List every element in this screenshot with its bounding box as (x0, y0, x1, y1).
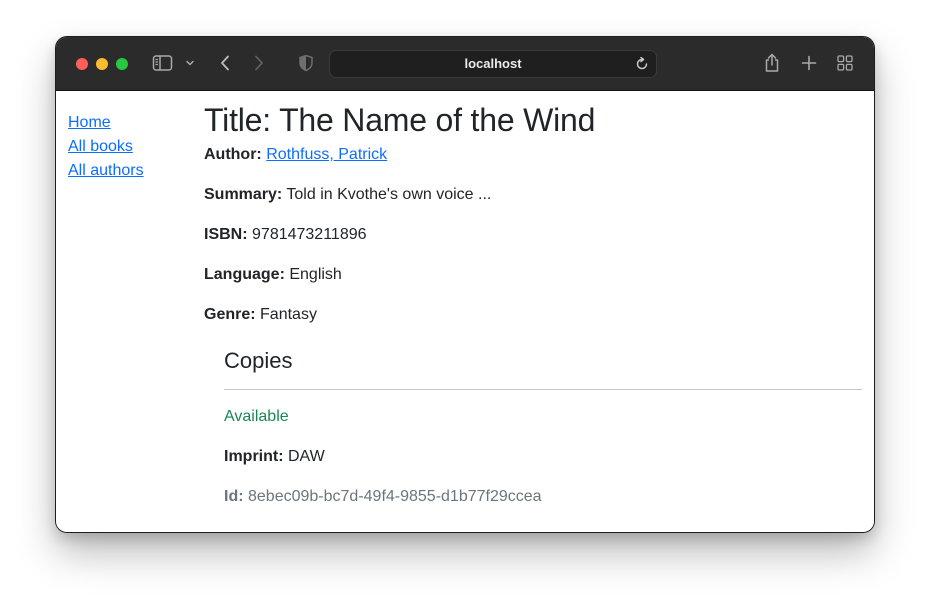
shield-icon[interactable] (298, 54, 314, 72)
sidebar-toggle-svg (152, 55, 173, 71)
genre-value: Fantasy (260, 306, 317, 323)
sidebar-link-all-books[interactable]: All books (68, 135, 188, 159)
copy-status: Available (224, 408, 289, 425)
reload-icon[interactable] (635, 56, 649, 76)
back-svg (221, 55, 229, 71)
maximize-window-button[interactable] (116, 58, 128, 70)
reload-svg (636, 56, 648, 70)
new-tab-icon[interactable] (801, 55, 817, 71)
imprint-label: Imprint: (224, 448, 284, 465)
chevron-down-icon[interactable] (185, 58, 195, 68)
browser-window: localhost Home All books All authors Tit… (56, 37, 874, 532)
browser-toolbar: localhost (56, 37, 874, 91)
imprint-value: DAW (288, 448, 325, 465)
summary-label: Summary: (204, 186, 283, 203)
forward-svg (255, 55, 263, 71)
chevron-down-svg (186, 60, 194, 66)
copy-id-field: Id: 8ebec09b-bc7d-49f4-9855-d1b77f29ccea (224, 485, 862, 509)
id-label: Id: (224, 488, 244, 505)
sidebar-link-all-authors[interactable]: All authors (68, 159, 188, 183)
isbn-value: 9781473211896 (252, 226, 367, 243)
minimize-window-button[interactable] (96, 58, 108, 70)
page-content: Home All books All authors Title: The Na… (56, 91, 874, 532)
close-window-button[interactable] (76, 58, 88, 70)
back-icon[interactable] (218, 54, 232, 72)
share-icon[interactable] (763, 53, 781, 73)
sidebar-nav: Home All books All authors (68, 111, 188, 183)
language-field: Language: English (204, 263, 864, 287)
copies-divider (224, 389, 862, 390)
id-value: 8ebec09b-bc7d-49f4-9855-d1b77f29ccea (248, 488, 542, 505)
sidebar-toggle-icon[interactable] (152, 54, 174, 72)
copies-heading: Copies (224, 348, 293, 373)
isbn-field: ISBN: 9781473211896 (204, 223, 864, 247)
author-label: Author: (204, 146, 262, 163)
summary-value: Told in Kvothe's own voice ... (286, 186, 492, 203)
language-value: English (289, 266, 342, 283)
forward-icon[interactable] (252, 54, 266, 72)
new-tab-svg (801, 55, 817, 71)
copies-section: Copies Available Imprint: DAW Id: 8ebec0… (224, 347, 862, 509)
shield-svg (299, 54, 313, 72)
share-svg (765, 53, 779, 72)
address-bar[interactable]: localhost (329, 50, 657, 78)
isbn-label: ISBN: (204, 226, 248, 243)
book-detail: Title: The Name of the Wind Author: Roth… (204, 101, 864, 327)
language-label: Language: (204, 266, 285, 283)
page-title: Title: The Name of the Wind (204, 102, 596, 138)
summary-field: Summary: Told in Kvothe's own voice ... (204, 183, 864, 207)
sidebar-link-home[interactable]: Home (68, 111, 188, 135)
author-field: Author: Rothfuss, Patrick (204, 143, 864, 167)
tab-overview-icon[interactable] (837, 55, 853, 71)
genre-label: Genre: (204, 306, 256, 323)
author-link[interactable]: Rothfuss, Patrick (266, 146, 387, 163)
copy-imprint-field: Imprint: DAW (224, 445, 862, 469)
address-text: localhost (464, 56, 522, 71)
genre-field: Genre: Fantasy (204, 303, 864, 327)
tab-overview-svg (837, 55, 853, 71)
